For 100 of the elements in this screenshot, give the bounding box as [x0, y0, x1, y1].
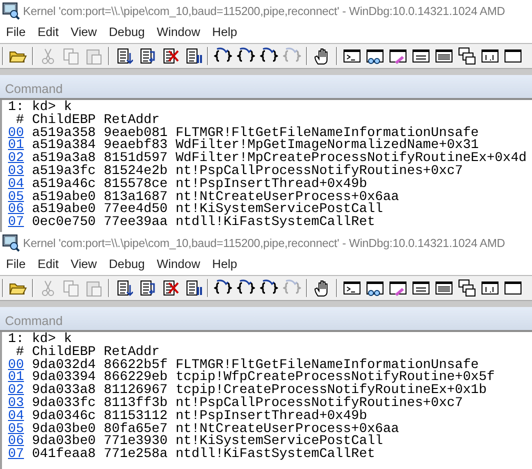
call-site: tcpip!WfpCreateProcessNotifyRoutine+0x5f: [176, 371, 496, 384]
menu-item[interactable]: Edit: [32, 256, 65, 272]
menu-item[interactable]: File: [0, 256, 32, 272]
number-window-icon[interactable]: [481, 47, 499, 65]
frame-number-link[interactable]: 05: [8, 420, 24, 436]
register-window-icon[interactable]: [412, 47, 430, 65]
frame-number-link[interactable]: 06: [8, 201, 24, 216]
child-ebp: 041feaa8: [32, 448, 97, 461]
braces-arrow-icon[interactable]: [260, 47, 278, 65]
return-address: 81153112: [104, 410, 169, 423]
return-address: 81524e2b: [104, 164, 169, 178]
child-ebp: 9da033fc: [32, 396, 97, 410]
menu-item[interactable]: Window: [150, 256, 206, 272]
child-ebp: a519a358: [32, 126, 97, 140]
pane-title: Command: [5, 82, 63, 96]
braces-arrow-icon[interactable]: [260, 279, 278, 297]
call-site: FLTMGR!FltGetFileNameInformationUnsafe: [176, 358, 479, 372]
return-address: 771e3930: [104, 435, 169, 448]
child-ebp: a519abe0: [32, 203, 97, 216]
frame-number-link[interactable]: 07: [8, 446, 24, 462]
frame-number-link[interactable]: 03: [8, 162, 24, 178]
document-cross-icon[interactable]: [161, 279, 179, 297]
command-prompt-line: 1: kd> k: [8, 100, 72, 114]
frame-number-link[interactable]: 06: [8, 433, 24, 448]
menu-item[interactable]: Help: [206, 256, 244, 272]
column-header: RetAddr: [104, 346, 160, 359]
document-loop-icon[interactable]: [138, 279, 156, 297]
frame-number-link[interactable]: 02: [8, 382, 24, 398]
call-site: nt!NtCreateUserProcess+0x6aa: [176, 422, 400, 436]
call-site: nt!PspCallProcessNotifyRoutines+0xc7: [176, 164, 463, 178]
document-loop-icon[interactable]: [138, 47, 156, 65]
menu-item[interactable]: Help: [206, 24, 244, 40]
document-arrow-icon[interactable]: [115, 47, 133, 65]
window-title: Kernel 'com:port=\\.\pipe\com_10,baud=115200,pipe,reconnect' - WinDbg:10.0.14321.1024 AMD: [23, 4, 505, 18]
list-window-icon[interactable]: [435, 47, 453, 65]
child-ebp: 9da03be0: [32, 435, 97, 448]
menu-item[interactable]: Window: [150, 24, 206, 40]
return-address: 8151d597: [104, 152, 169, 165]
call-site: WdFilter!MpCreateProcessNotifyRoutineEx+0x4d: [176, 152, 528, 165]
call-site: nt!KiSystemServicePostCall: [176, 203, 384, 216]
return-address: 9eaebf83: [104, 139, 169, 152]
braces-arrow-icon[interactable]: [237, 279, 255, 297]
return-address: 815578ce: [104, 178, 169, 191]
column-header: #: [14, 114, 25, 127]
frame-number-link[interactable]: 00: [8, 124, 24, 140]
column-header: ChildEBP: [32, 114, 97, 127]
menu-item[interactable]: Edit: [32, 24, 65, 40]
register-window-icon[interactable]: [412, 279, 430, 297]
braces-arrow-icon[interactable]: [214, 279, 232, 297]
number-window-icon[interactable]: [481, 279, 499, 297]
braces-arrow-icon[interactable]: [214, 47, 232, 65]
menu-item[interactable]: View: [64, 24, 103, 40]
return-address: 77ee39aa: [104, 216, 169, 229]
empty-window-icon[interactable]: [504, 47, 522, 65]
frame-number-link[interactable]: 01: [8, 369, 24, 384]
child-ebp: 9da033a8: [32, 384, 97, 397]
child-ebp: a519abe0: [32, 190, 97, 204]
frame-number-link[interactable]: 03: [8, 394, 24, 410]
frame-number-link[interactable]: 07: [8, 214, 24, 230]
pencil-window-icon[interactable]: [389, 279, 407, 297]
debugger-monitor-icon: [2, 2, 20, 20]
menu-item[interactable]: View: [64, 256, 103, 272]
call-site: ntdll!KiFastSystemCallRet: [176, 216, 376, 229]
frame-number-link[interactable]: 00: [8, 356, 24, 372]
child-ebp: a519a3a8: [32, 152, 97, 165]
frame-number-link[interactable]: 04: [8, 408, 24, 423]
console-window-icon[interactable]: [343, 47, 361, 65]
menu-item[interactable]: File: [0, 24, 32, 40]
frame-number-link[interactable]: 01: [8, 137, 24, 152]
child-ebp: a519a384: [32, 139, 97, 152]
glasses-window-icon[interactable]: [366, 47, 384, 65]
document-pause-icon[interactable]: [184, 47, 202, 65]
braces-arrow-icon[interactable]: [237, 47, 255, 65]
child-ebp: 9da03be0: [32, 422, 97, 436]
pencil-window-icon[interactable]: [389, 47, 407, 65]
menu-item[interactable]: Debug: [102, 24, 151, 40]
child-ebp: a519a3fc: [32, 164, 97, 178]
document-arrow-icon[interactable]: [115, 279, 133, 297]
document-cross-icon[interactable]: [161, 47, 179, 65]
frame-number-link[interactable]: 05: [8, 188, 24, 204]
console-window-icon[interactable]: [343, 279, 361, 297]
column-header: RetAddr: [104, 114, 160, 127]
stacked-windows-icon[interactable]: [458, 47, 476, 65]
child-ebp: 0ec0e750: [32, 216, 97, 229]
call-site: nt!NtCreateUserProcess+0x6aa: [176, 190, 400, 204]
window-title: Kernel 'com:port=\\.\pipe\com_10,baud=115200,pipe,reconnect' - WinDbg:10.0.14321.1024 AMD: [23, 236, 505, 250]
glasses-window-icon[interactable]: [366, 279, 384, 297]
return-address: 866229eb: [104, 371, 169, 384]
return-address: 86622b5f: [104, 358, 169, 372]
child-ebp: 9da0346c: [32, 410, 97, 423]
menu-item[interactable]: Debug: [102, 256, 151, 272]
empty-window-icon[interactable]: [504, 279, 522, 297]
debugger-monitor-icon: [2, 234, 20, 252]
list-window-icon[interactable]: [435, 279, 453, 297]
child-ebp: 9da032d4: [32, 358, 97, 372]
call-site: nt!PspInsertThread+0x49b: [176, 410, 368, 423]
stacked-windows-icon[interactable]: [458, 279, 476, 297]
frame-number-link[interactable]: 04: [8, 176, 24, 191]
document-pause-icon[interactable]: [184, 279, 202, 297]
frame-number-link[interactable]: 02: [8, 150, 24, 166]
